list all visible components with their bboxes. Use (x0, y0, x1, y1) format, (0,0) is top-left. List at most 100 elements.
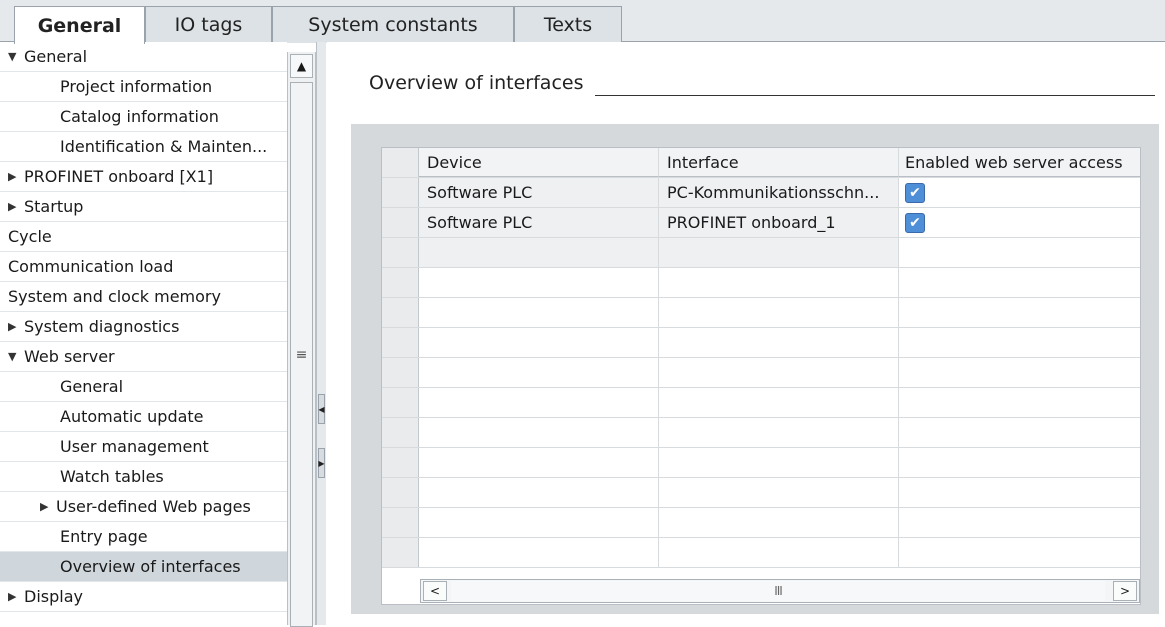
column-header-device[interactable]: Device (419, 148, 659, 177)
interface-cell[interactable]: PC-Kommunikationsschn... (659, 178, 899, 207)
empty-cell[interactable] (419, 238, 659, 267)
tree-item-watch-tables[interactable]: Watch tables (0, 462, 287, 492)
empty-cell[interactable] (419, 478, 659, 507)
expand-right-icon[interactable]: ▶ (8, 320, 18, 333)
scroll-right-icon[interactable]: > (1113, 581, 1137, 601)
empty-cell[interactable] (419, 508, 659, 537)
empty-cell[interactable] (419, 268, 659, 297)
expand-down-icon[interactable]: ▼ (8, 50, 18, 63)
tree-item-automatic-update[interactable]: Automatic update (0, 402, 287, 432)
empty-cell[interactable] (659, 358, 899, 387)
table-row-empty[interactable] (382, 328, 1140, 358)
expand-down-icon[interactable]: ▼ (8, 350, 18, 363)
empty-cell[interactable] (659, 238, 899, 267)
row-header[interactable] (382, 538, 419, 567)
row-header[interactable] (382, 478, 419, 507)
tree-item-web-server[interactable]: ▼ Web server (0, 342, 287, 372)
tree-item-identification-maintenance[interactable]: Identification & Mainten... (0, 132, 287, 162)
empty-cell[interactable] (899, 298, 1140, 327)
tree-item-catalog-information[interactable]: Catalog information (0, 102, 287, 132)
table-row-empty[interactable] (382, 418, 1140, 448)
empty-cell[interactable] (659, 508, 899, 537)
interface-cell[interactable]: PROFINET onboard_1 (659, 208, 899, 237)
device-cell[interactable]: Software PLC (419, 178, 659, 207)
table-row-empty[interactable] (382, 298, 1140, 328)
empty-cell[interactable] (659, 448, 899, 477)
tree-item-user-defined-web-pages[interactable]: ▶ User-defined Web pages (0, 492, 287, 522)
device-cell[interactable]: Software PLC (419, 208, 659, 237)
tree-item-general[interactable]: ▼ General (0, 42, 287, 72)
table-row-empty[interactable] (382, 448, 1140, 478)
table-row-empty[interactable] (382, 238, 1140, 268)
empty-cell[interactable] (899, 448, 1140, 477)
tab-texts[interactable]: Texts (514, 6, 622, 43)
empty-cell[interactable] (419, 538, 659, 567)
tree-item-system-diagnostics[interactable]: ▶ System diagnostics (0, 312, 287, 342)
empty-cell[interactable] (659, 478, 899, 507)
tab-system-constants[interactable]: System constants (272, 6, 514, 43)
tree-item-cycle[interactable]: Cycle (0, 222, 287, 252)
empty-cell[interactable] (899, 268, 1140, 297)
scrollbar-thumb[interactable]: III (451, 581, 1105, 601)
empty-cell[interactable] (899, 388, 1140, 417)
empty-cell[interactable] (899, 328, 1140, 357)
enabled-checkbox[interactable]: ✔ (905, 212, 925, 233)
empty-cell[interactable] (899, 508, 1140, 537)
empty-cell[interactable] (659, 328, 899, 357)
tree-item-web-general[interactable]: General (0, 372, 287, 402)
empty-cell[interactable] (419, 328, 659, 357)
enabled-checkbox[interactable]: ✔ (905, 182, 925, 203)
table-row-empty[interactable] (382, 508, 1140, 538)
row-header[interactable] (382, 298, 419, 327)
tab-general[interactable]: General (14, 6, 145, 44)
expand-right-icon[interactable]: ▶ (8, 590, 18, 603)
empty-cell[interactable] (899, 418, 1140, 447)
table-row-empty[interactable] (382, 478, 1140, 508)
table-row-empty[interactable] (382, 538, 1140, 568)
empty-cell[interactable] (659, 418, 899, 447)
empty-cell[interactable] (659, 388, 899, 417)
collapse-left-icon[interactable]: ◀ (318, 394, 325, 424)
row-header[interactable] (382, 418, 419, 447)
tree-item-overview-of-interfaces[interactable]: Overview of interfaces (0, 552, 287, 582)
empty-cell[interactable] (899, 238, 1140, 267)
row-header[interactable] (382, 508, 419, 537)
row-header[interactable] (382, 358, 419, 387)
empty-cell[interactable] (419, 448, 659, 477)
empty-cell[interactable] (419, 418, 659, 447)
empty-cell[interactable] (659, 538, 899, 567)
table-horizontal-scrollbar[interactable]: < III > (420, 579, 1140, 603)
empty-cell[interactable] (419, 388, 659, 417)
table-row[interactable]: Software PLC PROFINET onboard_1 ✔ (382, 208, 1140, 238)
scroll-up-icon[interactable]: ▲ (290, 54, 313, 78)
tree-item-startup[interactable]: ▶ Startup (0, 192, 287, 222)
tree-item-user-management[interactable]: User management (0, 432, 287, 462)
empty-cell[interactable] (659, 268, 899, 297)
empty-cell[interactable] (899, 538, 1140, 567)
tree-item-display[interactable]: ▶ Display (0, 582, 287, 612)
table-row[interactable]: Software PLC PC-Kommunikationsschn... ✔ (382, 178, 1140, 208)
expand-right-icon[interactable]: ▶ (40, 500, 50, 513)
column-header-enabled-web-server-access[interactable]: Enabled web server access (899, 148, 1140, 177)
expand-right-icon[interactable]: ▶ (318, 448, 325, 478)
table-row-empty[interactable] (382, 358, 1140, 388)
row-header[interactable] (382, 268, 419, 297)
column-header-interface[interactable]: Interface (659, 148, 899, 177)
tree-item-project-information[interactable]: Project information (0, 72, 287, 102)
table-row-empty[interactable] (382, 388, 1140, 418)
expand-right-icon[interactable]: ▶ (8, 170, 18, 183)
scrollbar-thumb[interactable]: ≡ (290, 82, 313, 627)
panel-splitter[interactable]: ◀ ▶ (316, 42, 326, 625)
tree-item-communication-load[interactable]: Communication load (0, 252, 287, 282)
row-header[interactable] (382, 208, 419, 237)
table-row-empty[interactable] (382, 268, 1140, 298)
expand-right-icon[interactable]: ▶ (8, 200, 18, 213)
tree-scrollbar[interactable]: ▲ ≡ (287, 52, 316, 627)
empty-cell[interactable] (899, 358, 1140, 387)
empty-cell[interactable] (419, 298, 659, 327)
scroll-left-icon[interactable]: < (423, 581, 447, 601)
tree-item-profinet-onboard[interactable]: ▶ PROFINET onboard [X1] (0, 162, 287, 192)
row-header[interactable] (382, 328, 419, 357)
empty-cell[interactable] (899, 478, 1140, 507)
tree-item-entry-page[interactable]: Entry page (0, 522, 287, 552)
